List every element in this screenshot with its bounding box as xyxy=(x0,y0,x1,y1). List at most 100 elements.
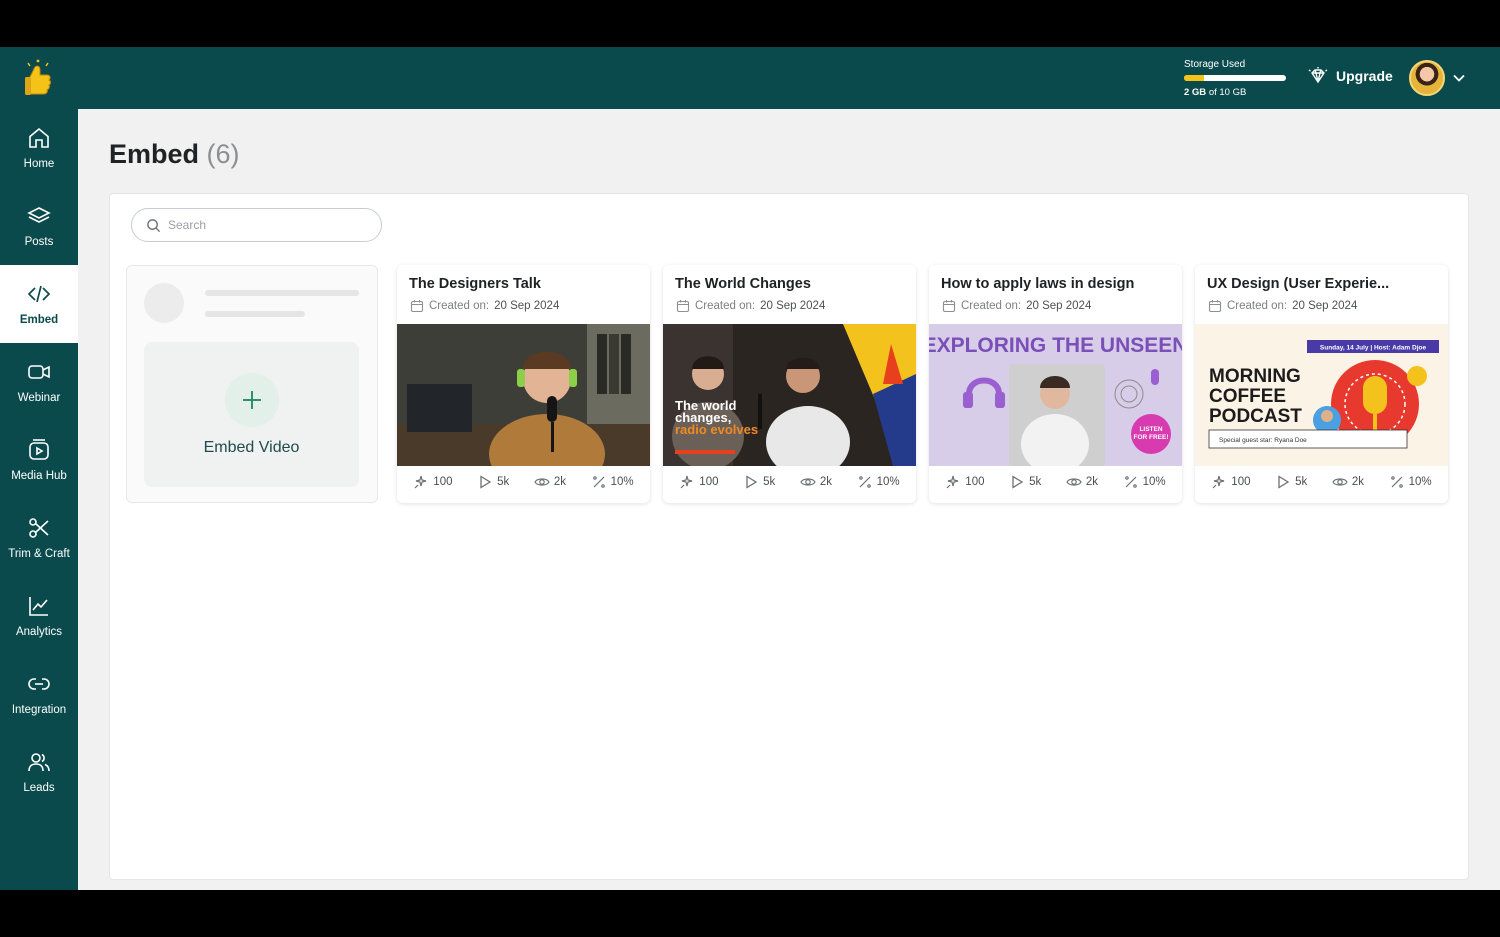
video-stats: 100 5k 2k 10% xyxy=(1195,474,1448,490)
users-icon xyxy=(28,753,50,772)
video-thumbnail[interactable]: Sunday, 14 July | Host: Adam Djoe MORNIN… xyxy=(1195,324,1448,466)
calendar-icon xyxy=(676,300,690,313)
embed-panel: Embed Video The Designers Talk Created o… xyxy=(109,193,1469,880)
main-content: Embed (6) Embed Video T xyxy=(78,109,1500,890)
sidebar-item-trim-craft[interactable]: Trim & Craft xyxy=(0,499,78,577)
views-value: 2k xyxy=(1351,476,1365,488)
sidebar-item-label: Webinar xyxy=(17,392,61,404)
sidebar-item-label: Integration xyxy=(11,704,67,716)
page-title: Embed (6) xyxy=(109,139,240,170)
storage-total: of 10 GB xyxy=(1208,87,1247,98)
sidebar: Home Posts Embed Webinar Media Hub Trim … xyxy=(0,109,78,890)
thumbnail-headline: PODCAST xyxy=(1209,406,1302,427)
diamond-icon xyxy=(1308,67,1328,84)
thumbnail-banner: Sunday, 14 July | Host: Adam Djoe xyxy=(1320,345,1427,352)
eye-icon xyxy=(1332,478,1348,486)
created-prefix: Created on: xyxy=(695,300,756,312)
clicks-stat: 100 xyxy=(1211,474,1250,490)
home-icon xyxy=(29,127,49,148)
created-date: 20 Sep 2024 xyxy=(760,300,826,312)
sidebar-item-webinar[interactable]: Webinar xyxy=(0,343,78,421)
video-created-date: Created on: 20 Sep 2024 xyxy=(942,299,1091,313)
video-stats: 100 5k 2k 10% xyxy=(929,474,1182,490)
sidebar-item-posts[interactable]: Posts xyxy=(0,187,78,265)
sidebar-item-leads[interactable]: Leads xyxy=(0,733,78,811)
percent-icon xyxy=(858,476,871,488)
plays-stat: 5k xyxy=(477,474,509,490)
video-title: The Designers Talk xyxy=(409,276,541,292)
storage-used-value: 2 GB xyxy=(1184,87,1207,98)
clicks-stat: 100 xyxy=(413,474,452,490)
video-thumbnail[interactable]: The world changes, radio evolves xyxy=(663,324,916,466)
created-prefix: Created on: xyxy=(961,300,1022,312)
code-icon xyxy=(27,285,51,303)
video-created-date: Created on: 20 Sep 2024 xyxy=(1208,299,1357,313)
thumbnail-headline: COFFEE xyxy=(1209,386,1286,407)
calendar-icon xyxy=(942,300,956,313)
sidebar-item-media-hub[interactable]: Media Hub xyxy=(0,421,78,499)
eye-icon xyxy=(1066,478,1082,486)
video-card[interactable]: UX Design (User Experie... Created on: 2… xyxy=(1195,265,1448,503)
views-value: 2k xyxy=(1085,476,1099,488)
views-stat: 2k xyxy=(1332,474,1364,490)
video-thumbnail[interactable] xyxy=(397,324,650,466)
sidebar-item-embed[interactable]: Embed xyxy=(0,265,78,343)
rate-stat: 10% xyxy=(857,474,900,490)
video-thumbnail[interactable]: EXPLORING THE UNSEEN LISTEN FOR FREE! xyxy=(929,324,1182,466)
chevron-down-icon[interactable] xyxy=(1452,71,1466,85)
media-play-icon xyxy=(29,439,49,460)
created-date: 20 Sep 2024 xyxy=(1026,300,1092,312)
plays-stat: 5k xyxy=(1009,474,1041,490)
created-prefix: Created on: xyxy=(1227,300,1288,312)
video-created-date: Created on: 20 Sep 2024 xyxy=(676,299,825,313)
sidebar-item-label: Trim & Craft xyxy=(8,548,70,560)
thumbnail-headline: EXPLORING THE UNSEEN xyxy=(929,334,1182,357)
embed-video-button[interactable]: Embed Video xyxy=(144,342,359,487)
views-stat: 2k xyxy=(534,474,566,490)
views-stat: 2k xyxy=(1066,474,1098,490)
video-stats: 100 5k 2k 10% xyxy=(663,474,916,490)
clicks-stat: 100 xyxy=(945,474,984,490)
video-title: The World Changes xyxy=(675,276,811,292)
search-input[interactable] xyxy=(168,218,368,232)
storage-bar-fill xyxy=(1184,75,1205,81)
skeleton-line xyxy=(205,311,305,317)
play-icon xyxy=(480,475,492,489)
play-icon xyxy=(746,475,758,489)
sparkle-click-icon xyxy=(946,475,959,489)
created-date: 20 Sep 2024 xyxy=(494,300,560,312)
video-title: How to apply laws in design xyxy=(941,276,1135,292)
created-prefix: Created on: xyxy=(429,300,490,312)
sidebar-item-label: Posts xyxy=(24,236,54,248)
clicks-stat: 100 xyxy=(679,474,718,490)
percent-icon xyxy=(1124,476,1137,488)
thumbnail-headline: radio evolves xyxy=(675,422,758,437)
video-camera-icon xyxy=(28,365,50,379)
video-created-date: Created on: 20 Sep 2024 xyxy=(410,299,559,313)
thumbnail-badge: FOR FREE! xyxy=(1133,434,1168,441)
plays-value: 5k xyxy=(763,476,776,488)
upgrade-button[interactable]: Upgrade xyxy=(1308,67,1393,85)
avatar[interactable] xyxy=(1409,60,1445,96)
sidebar-item-label: Media Hub xyxy=(11,470,67,482)
embed-video-label: Embed Video xyxy=(203,438,300,456)
sidebar-item-label: Leads xyxy=(23,782,55,794)
rate-value: 10% xyxy=(610,476,634,488)
rate-stat: 10% xyxy=(591,474,634,490)
thumbs-up-logo-icon[interactable] xyxy=(18,55,58,101)
video-card[interactable]: The World Changes Created on: 20 Sep 202… xyxy=(663,265,916,503)
sidebar-item-analytics[interactable]: Analytics xyxy=(0,577,78,655)
sparkle-click-icon xyxy=(680,475,693,489)
video-card[interactable]: How to apply laws in design Created on: … xyxy=(929,265,1182,503)
storage-amount: 2 GB of 10 GB xyxy=(1184,87,1294,98)
search-box[interactable] xyxy=(131,208,382,242)
sidebar-item-home[interactable]: Home xyxy=(0,109,78,187)
embed-video-card: Embed Video xyxy=(126,265,378,503)
sidebar-item-label: Embed xyxy=(19,314,59,326)
layers-icon xyxy=(27,207,51,223)
rate-value: 10% xyxy=(876,476,900,488)
sidebar-item-integration[interactable]: Integration xyxy=(0,655,78,733)
eye-icon xyxy=(800,478,816,486)
video-card[interactable]: The Designers Talk Created on: 20 Sep 20… xyxy=(397,265,650,503)
thumbnail-badge: LISTEN xyxy=(1139,426,1162,433)
